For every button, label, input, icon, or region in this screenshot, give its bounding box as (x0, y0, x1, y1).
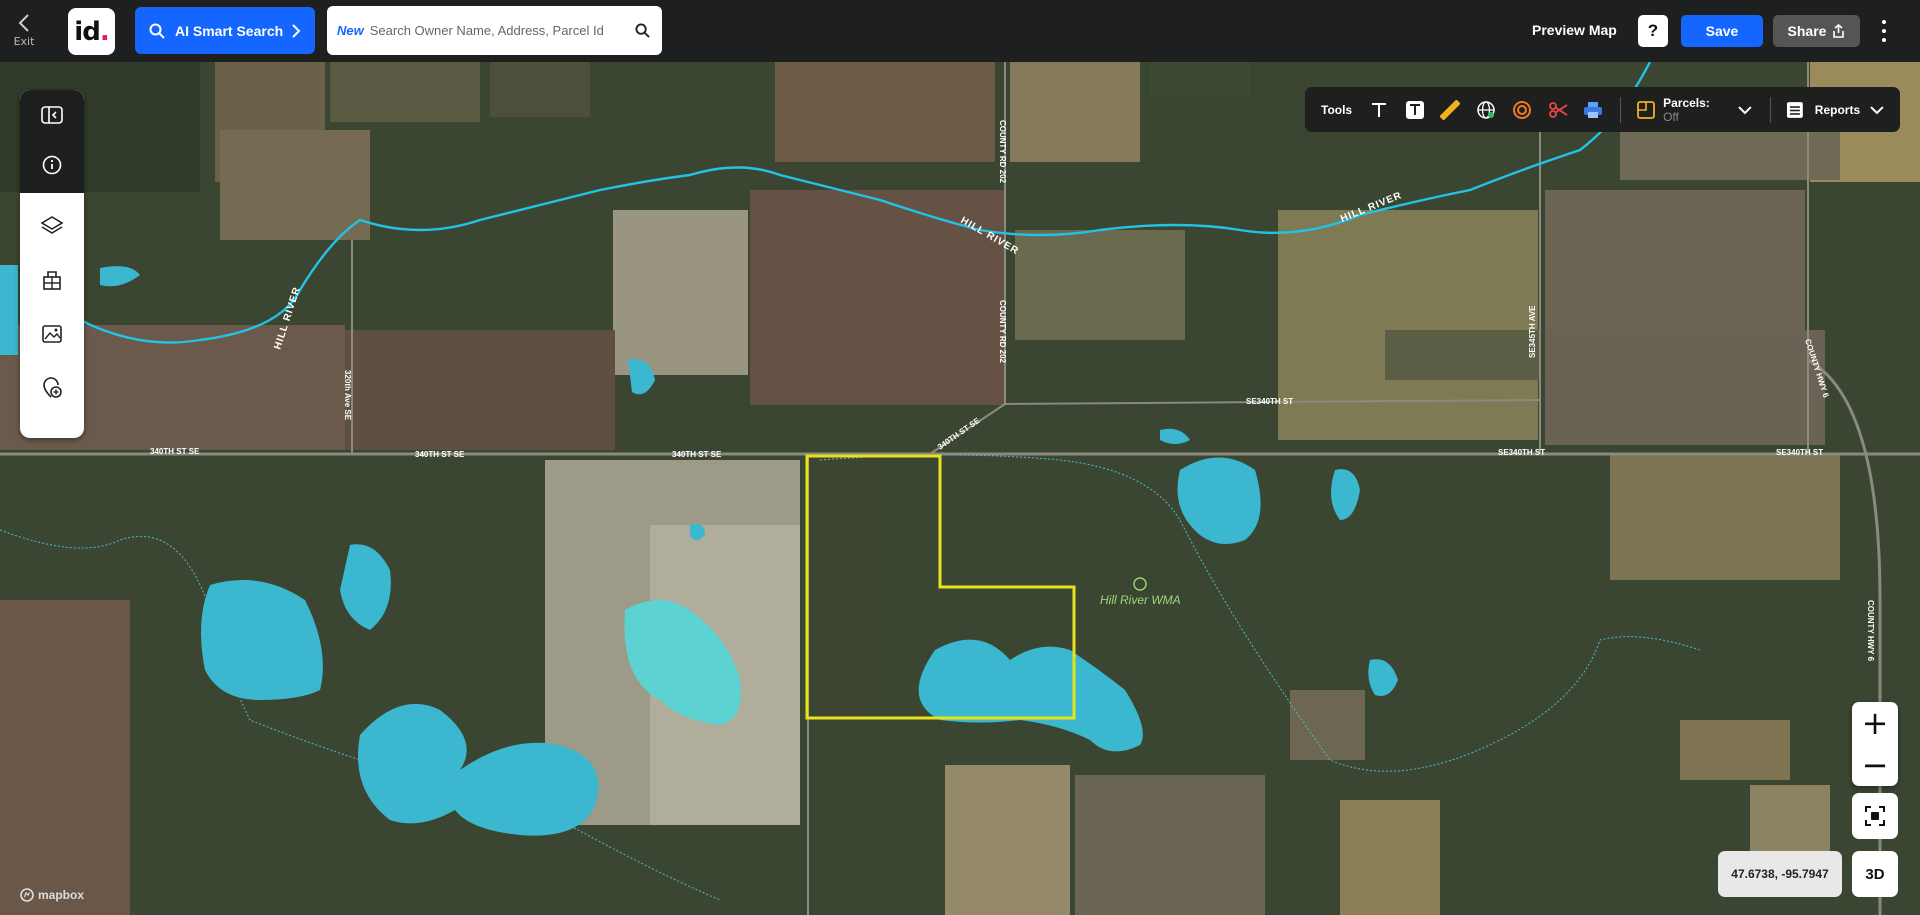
road-label: SE340TH ST (1776, 448, 1823, 457)
cut-tool-button[interactable] (1547, 99, 1569, 121)
layers-button[interactable] (20, 199, 84, 253)
road-label: COUNTY RD 202 (998, 120, 1007, 184)
zoom-out-button[interactable]: − (1862, 749, 1889, 781)
globe-icon (1477, 100, 1495, 119)
search-input[interactable] (369, 23, 635, 38)
coordinates-readout: 47.6738, -95.7947 (1718, 851, 1842, 897)
mapbox-logo-icon (20, 888, 34, 902)
road-label: SE340TH ST (1498, 448, 1545, 457)
logo-text: id (74, 16, 101, 47)
ruler-icon (1440, 99, 1461, 120)
road-label: 340TH ST SE (150, 447, 200, 456)
sidebar-toggle-icon (41, 106, 63, 124)
search-bar: New (327, 6, 662, 55)
save-button[interactable]: Save (1681, 15, 1763, 47)
measure-tool-button[interactable] (1440, 99, 1462, 121)
chevron-down-icon[interactable] (1738, 105, 1752, 115)
ai-smart-search-label: AI Smart Search (175, 22, 284, 39)
info-icon (42, 155, 62, 175)
reports-button[interactable]: Reports (1815, 103, 1860, 117)
text-tool-button[interactable] (1368, 99, 1390, 121)
road-label: 320th Ave SE (343, 370, 352, 421)
share-button[interactable]: Share (1773, 15, 1860, 47)
share-label: Share (1787, 23, 1827, 39)
reports-icon (1786, 101, 1803, 118)
toolbar-divider (1770, 96, 1772, 123)
globe-tool-button[interactable] (1475, 99, 1497, 121)
help-button[interactable]: ? (1638, 15, 1668, 47)
tools-bar: Tools Parcels: Off Reports (1305, 87, 1900, 132)
print-tool-button[interactable] (1583, 99, 1605, 121)
text-box-tool-button[interactable] (1404, 99, 1426, 121)
scissors-icon (1548, 101, 1568, 118)
sidebar-top-section (20, 90, 84, 193)
new-badge: New (337, 23, 364, 38)
collapse-sidebar-button[interactable] (20, 90, 84, 140)
text-icon (1371, 102, 1386, 117)
more-menu-button[interactable] (1876, 18, 1892, 44)
logo-dot: . (99, 16, 110, 47)
zoom-in-button[interactable]: + (1862, 707, 1889, 739)
exit-label: Exit (13, 35, 35, 48)
left-sidebar (20, 90, 84, 438)
road-label: 340TH ST SE (672, 450, 722, 459)
toolbar-divider (1620, 96, 1622, 123)
layers-icon (40, 216, 64, 234)
radius-tool-button[interactable] (1511, 99, 1533, 121)
buildings-icon (43, 271, 61, 290)
parcels-state: Off (1663, 109, 1679, 124)
chevron-right-icon (292, 23, 301, 38)
add-pin-icon (43, 377, 62, 398)
text-box-icon (1405, 100, 1424, 119)
road-label: COUNTY RD 202 (998, 300, 1007, 364)
add-location-button[interactable] (20, 361, 84, 415)
search-icon[interactable] (635, 23, 650, 38)
3d-toggle-button[interactable]: 3D (1852, 851, 1898, 897)
road-label: SE340TH ST (1246, 397, 1293, 406)
focus-frame-icon (1865, 806, 1885, 826)
mapbox-label: mapbox (38, 888, 85, 902)
fit-bounds-button[interactable] (1852, 793, 1898, 839)
info-button[interactable] (20, 140, 84, 190)
image-icon (42, 325, 62, 343)
radius-icon (1512, 100, 1531, 119)
exit-button[interactable]: Exit (0, 0, 48, 62)
app-logo[interactable]: id. (68, 8, 115, 55)
top-bar: Exit id. AI Smart Search New Preview Map… (0, 0, 1920, 62)
road-label: SE345TH AVE (1528, 305, 1537, 358)
chevron-left-icon (18, 14, 29, 32)
printer-icon (1584, 101, 1603, 118)
tools-label: Tools (1321, 102, 1353, 117)
share-icon (1833, 24, 1845, 38)
preview-map-button[interactable]: Preview Map (1532, 22, 1617, 38)
wma-label: Hill River WMA (1100, 593, 1181, 607)
ai-smart-search-button[interactable]: AI Smart Search (135, 7, 315, 54)
parcels-toggle[interactable]: Parcels: Off (1663, 96, 1728, 124)
parcels-toggle-icon-wrap[interactable] (1635, 99, 1657, 121)
satellite-imagery: HILL RIVER HILL RIVER HILL RIVER COUNTY … (0, 62, 1920, 915)
imagery-button[interactable] (20, 307, 84, 361)
road-label: 340TH ST SE (415, 450, 465, 459)
buildings-button[interactable] (20, 253, 84, 307)
map-canvas[interactable]: HILL RIVER HILL RIVER HILL RIVER COUNTY … (0, 62, 1920, 915)
road-label: COUNTY HWY 6 (1866, 600, 1875, 662)
chevron-down-icon[interactable] (1870, 105, 1884, 115)
parcels-icon (1637, 100, 1656, 119)
zoom-controls: + − (1852, 702, 1898, 786)
mapbox-attribution[interactable]: mapbox (20, 888, 84, 902)
parcels-label: Parcels: (1663, 95, 1710, 110)
search-icon (149, 23, 165, 39)
